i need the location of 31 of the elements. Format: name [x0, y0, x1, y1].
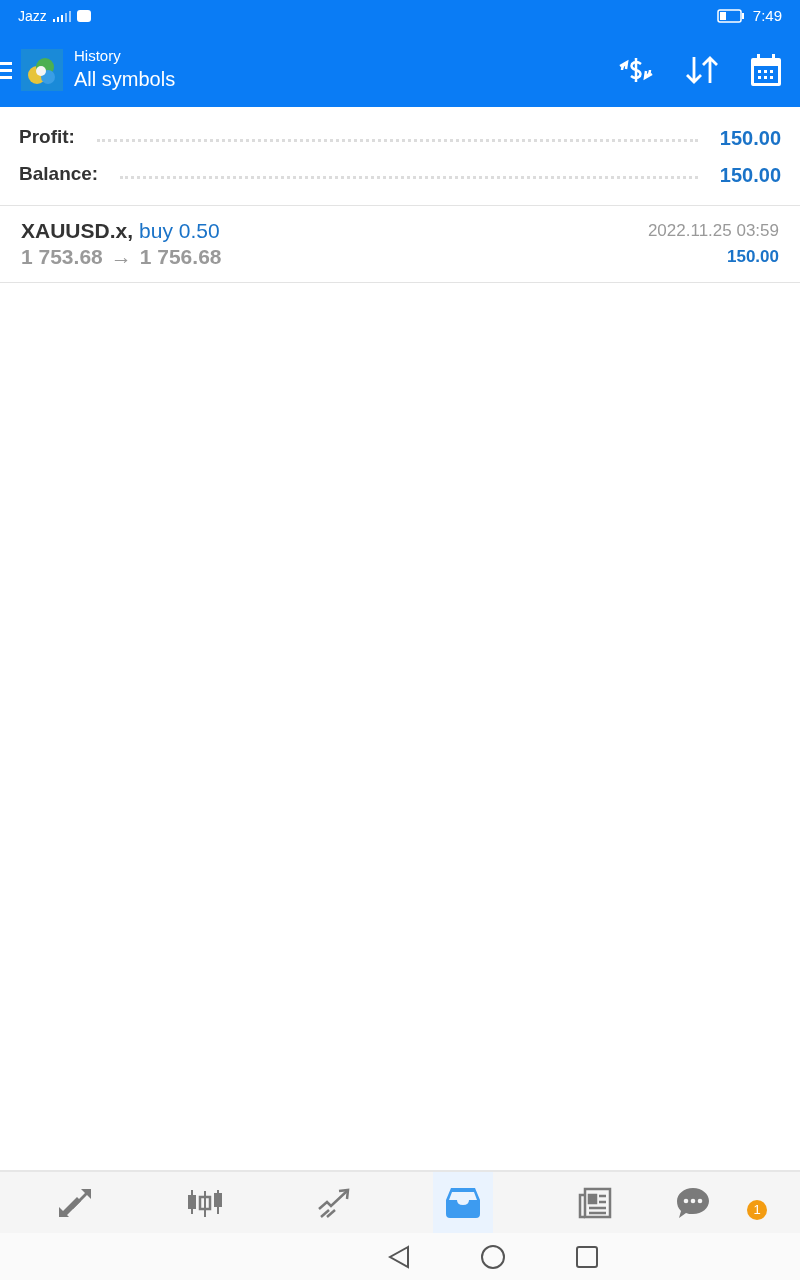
- chat-bubble-icon: [676, 1186, 710, 1219]
- summary-value: 150.00: [719, 162, 781, 188]
- app-logo-icon: [21, 48, 63, 91]
- nav-tab[interactable]: [433, 1172, 493, 1233]
- summary-label: Balance:: [19, 162, 99, 187]
- summary-value: 150.00: [719, 125, 781, 151]
- screen-subtitle: History: [74, 46, 122, 65]
- price-arrow: →: [110, 244, 132, 270]
- close-price: 1 756.68: [139, 244, 222, 270]
- battery-icon: [716, 9, 745, 23]
- clock-time: 7:49: [752, 5, 782, 26]
- open-price: 1 753.68: [21, 244, 103, 270]
- home-icon[interactable]: [480, 1243, 506, 1270]
- menu-icon[interactable]: [0, 60, 12, 79]
- newspaper-icon: [578, 1186, 612, 1219]
- diagonal-arrows-icon: [57, 1186, 93, 1219]
- sort-arrows-icon[interactable]: [684, 54, 720, 85]
- deal-profit: 150.00: [727, 246, 779, 268]
- back-icon[interactable]: [388, 1244, 410, 1269]
- deal-side: buy 0.50: [139, 218, 220, 244]
- inbox-icon: [446, 1187, 480, 1218]
- carrier-name: Jazz: [18, 6, 47, 26]
- deal-row[interactable]: XAUUSD.x, buy 0.50 1 753.68 → 1 756.68 2022.11.25 03:59 150.00: [0, 206, 800, 283]
- notification-badge: 1: [747, 1200, 767, 1220]
- screen-title: All symbols: [74, 66, 176, 92]
- calendar-icon[interactable]: [750, 52, 782, 87]
- recents-icon[interactable]: [576, 1245, 598, 1268]
- deal-time: 2022.11.25 03:59: [647, 220, 779, 242]
- signal-icon: [50, 10, 73, 22]
- summary-label: Profit:: [19, 125, 75, 150]
- deal-symbol: XAUUSD.x,: [21, 218, 134, 244]
